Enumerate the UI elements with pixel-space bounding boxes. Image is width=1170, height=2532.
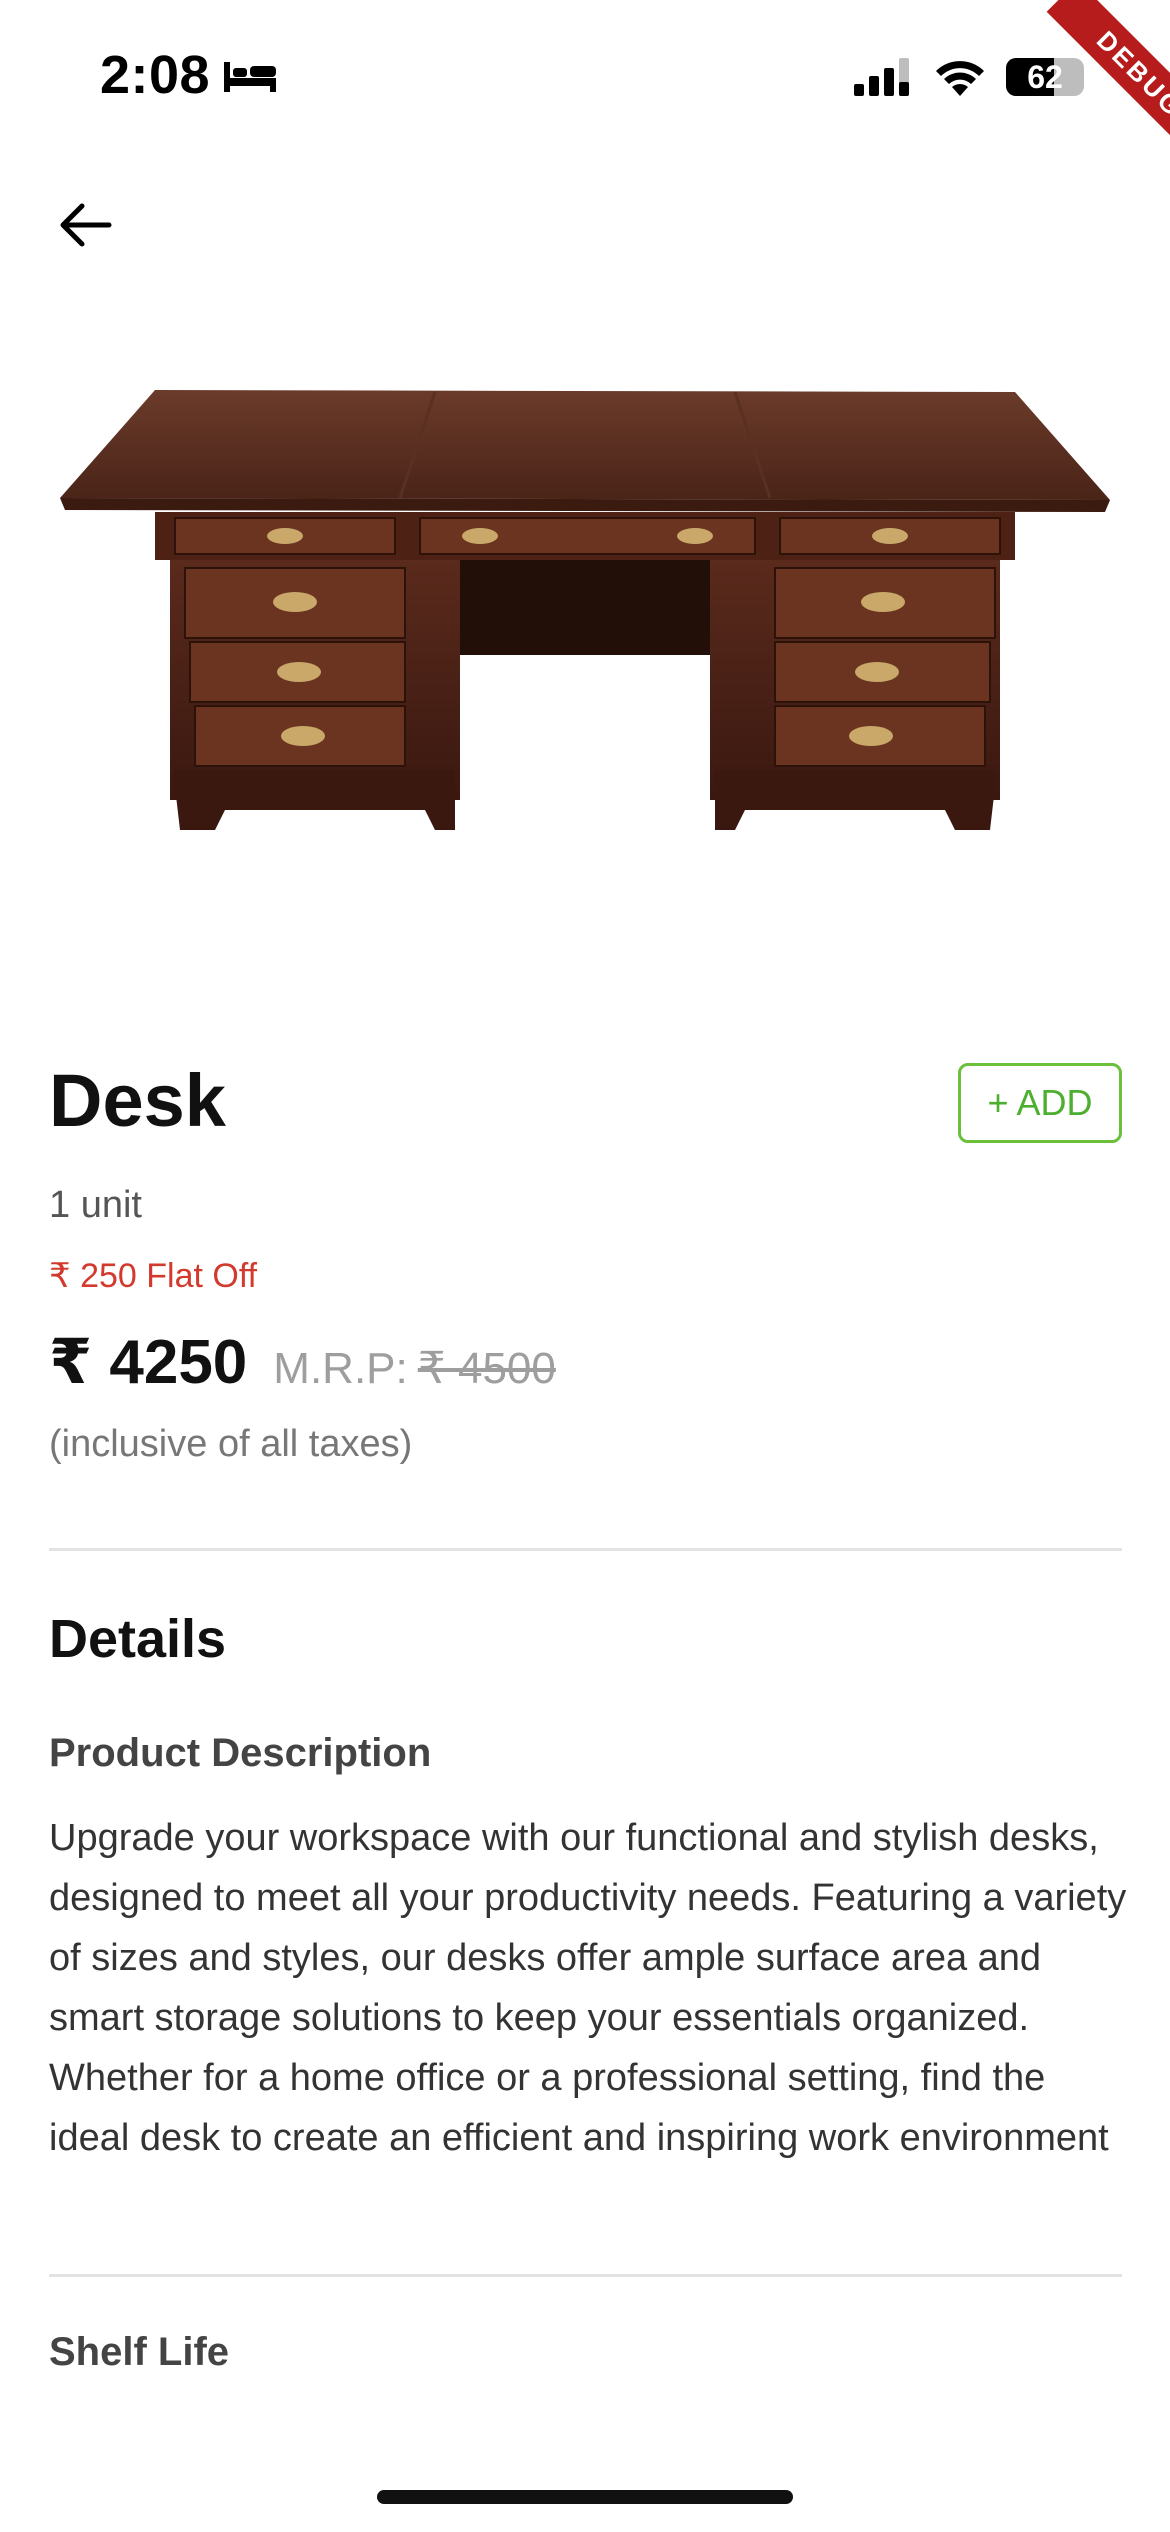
price-row: ₹ 4250 M.R.P: ₹ 4500 [49, 1325, 556, 1398]
status-time: 2:08 [100, 45, 211, 105]
mrp-label: M.R.P: [273, 1344, 408, 1393]
debug-banner: DEBUG [990, 0, 1170, 180]
selling-price: ₹ 4250 [49, 1328, 248, 1397]
tax-note: (inclusive of all taxes) [49, 1423, 413, 1465]
details-heading: Details [49, 1609, 227, 1669]
back-button[interactable] [50, 190, 120, 260]
wifi-icon [936, 61, 984, 96]
debug-label: DEBUG [1046, 0, 1170, 168]
divider [49, 2274, 1122, 2277]
shelf-life-label: Shelf Life [49, 2330, 230, 2374]
mrp-value: ₹ 4500 [417, 1344, 556, 1393]
product-image [60, 390, 1110, 830]
home-indicator[interactable] [377, 2490, 793, 2504]
signal-icon [854, 58, 909, 96]
divider [49, 1548, 1122, 1551]
arrow-left-icon [60, 203, 112, 247]
description-label: Product Description [49, 1731, 432, 1775]
product-unit: 1 unit [49, 1184, 142, 1226]
discount-label: ₹ 250 Flat Off [49, 1257, 258, 1295]
description-text: Upgrade your workspace with our function… [49, 1817, 1127, 2159]
status-bar: 2:08 62 DEBUG [0, 0, 1170, 168]
bed-icon [224, 62, 276, 92]
add-to-cart-button[interactable]: + ADD [958, 1063, 1122, 1143]
product-title: Desk [49, 1059, 226, 1142]
